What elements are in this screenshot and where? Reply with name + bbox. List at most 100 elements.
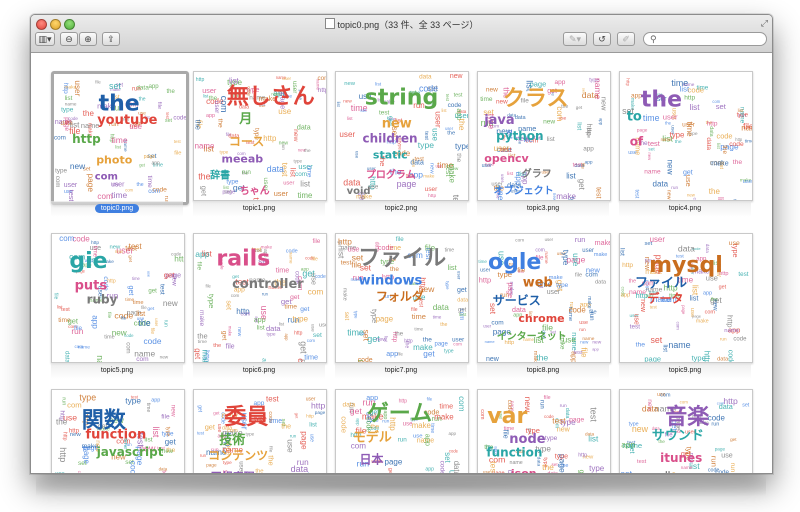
word-cloud-image: newrunnewcomusethecodetypetest applistnew… — [480, 78, 609, 200]
thumbnail-topic7[interactable]: data use http use page set http run file name type… — [335, 233, 469, 363]
thumbnail-topic8[interactable]: makerunusertherunrunnewsetnameappuseappm… — [477, 233, 611, 363]
svg-text:code: code — [708, 467, 720, 473]
svg-text:list: list — [347, 116, 354, 122]
annotate-button[interactable]: ✎▾ — [563, 32, 587, 46]
svg-text:new: new — [70, 161, 86, 171]
cloud-word: フォルダ — [376, 288, 424, 303]
thumbnail-label[interactable]: topic6.png — [184, 367, 334, 374]
svg-text:com: com — [241, 312, 251, 318]
svg-text:file: file — [174, 150, 181, 156]
svg-text:list: list — [136, 309, 145, 318]
svg-text:com: com — [54, 176, 61, 188]
cloud-word: 日本 — [360, 451, 384, 466]
word-cloud-image: testtheappgetnametestpagecodepagegetfile… — [197, 395, 326, 474]
title-bar[interactable]: topic0.png（33 件、全 33 ページ） ⤢ ▥▾ ⊖ ⊕ ⇪ ✎▾ … — [31, 15, 772, 53]
svg-text:make: make — [434, 413, 454, 422]
svg-text:get: get — [194, 348, 202, 360]
svg-text:code: code — [173, 115, 186, 122]
svg-text:http: http — [174, 255, 184, 264]
svg-text:make: make — [198, 310, 205, 326]
cloud-word: new — [382, 117, 412, 132]
svg-text:code: code — [286, 248, 298, 254]
svg-text:make: make — [696, 319, 709, 325]
svg-text:list: list — [115, 144, 121, 149]
thumbnail-topic3[interactable]: new run new com use the code type test app list new… — [477, 71, 611, 201]
svg-text:the: the — [457, 119, 467, 131]
svg-text:new: new — [344, 81, 356, 87]
thumbnail-topic5[interactable]: app name code new user file com list new time htt p… — [51, 233, 185, 363]
thumbnail-label[interactable]: topic3.png — [468, 205, 618, 212]
thumbnail-label[interactable]: topic8.png — [468, 367, 618, 374]
cloud-word: the — [641, 88, 682, 113]
svg-text:make: make — [594, 252, 607, 258]
svg-text:the: the — [542, 462, 554, 472]
thumbnail-topic12[interactable]: codeappuserunrunappnamenewmakeappthetime… — [335, 389, 469, 473]
svg-text:name: name — [681, 465, 693, 470]
thumbnail-label[interactable]: topic4.png — [610, 205, 760, 212]
svg-text:get: get — [147, 306, 154, 312]
svg-text:app: app — [621, 292, 631, 298]
thumbnail-label[interactable]: topic5.png — [42, 367, 192, 374]
svg-text:http: http — [479, 276, 491, 285]
cloud-word: javascript — [96, 445, 164, 459]
search-field[interactable]: ⚲ — [643, 32, 767, 46]
svg-text:com: com — [457, 396, 466, 412]
svg-text:app: app — [151, 398, 160, 404]
svg-text:com: com — [125, 188, 133, 193]
svg-text:get: get — [576, 105, 583, 110]
rotate-button[interactable]: ↺ — [593, 32, 611, 46]
svg-text:type: type — [455, 142, 468, 151]
svg-text:data: data — [291, 464, 309, 474]
zoom-out-button[interactable]: ⊖ — [60, 32, 78, 46]
svg-text:app: app — [599, 118, 604, 126]
thumbnail-topic0[interactable]: list user data name file use set use use make code… — [51, 71, 189, 205]
zoom-in-button[interactable]: ⊕ — [79, 32, 97, 46]
thumbnail-topic10[interactable]: filefiletestuselisttypetimesetcomusehttp… — [51, 389, 185, 473]
thumbnail-label[interactable]: topic2.png — [326, 205, 476, 212]
thumbnail-topic4[interactable]: make http new run type the data make time user use… — [619, 71, 753, 201]
edit-button[interactable]: ✐ — [617, 32, 635, 46]
svg-text:user: user — [283, 180, 294, 186]
cloud-word: com — [95, 171, 118, 182]
fullscreen-icon[interactable]: ⤢ — [761, 18, 768, 29]
thumbnail-label-text: topic0.png — [94, 204, 140, 213]
cloud-word: 曲 — [662, 470, 673, 474]
svg-text:name: name — [78, 345, 91, 350]
cloud-word: opencv — [484, 152, 529, 165]
thumbnail-topic14[interactable]: usehttptestusecomfilecomtyperunpagetimed… — [619, 389, 753, 474]
thumbnail-label[interactable]: topic9.png — [610, 367, 760, 374]
svg-text:list: list — [716, 197, 726, 200]
svg-text:file: file — [575, 273, 582, 279]
thumbnail-label[interactable]: topic1.png — [184, 205, 334, 212]
svg-text:data: data — [267, 164, 284, 174]
svg-text:data: data — [708, 126, 714, 136]
search-icon: ⚲ — [650, 34, 657, 44]
svg-text:code: code — [708, 414, 726, 423]
sidebar-toggle-button[interactable]: ▥▾ — [35, 32, 55, 46]
svg-text:list: list — [691, 285, 701, 296]
thumbnail-topic11[interactable]: testtheappgetnametestpagecodepagegetfile… — [193, 389, 327, 474]
document-icon — [324, 18, 335, 29]
thumbnail-topic1[interactable]: file com use set page name http file test user dat… — [193, 71, 327, 201]
svg-text:set: set — [362, 330, 372, 342]
svg-text:page: page — [637, 128, 648, 133]
svg-text:test: test — [633, 190, 639, 199]
svg-text:file: file — [106, 312, 112, 319]
svg-text:use: use — [743, 179, 752, 185]
thumbnail-topic6[interactable]: makeappgetappgethttpnewcompagenametimeap… — [193, 233, 327, 363]
svg-text:new: new — [343, 99, 352, 104]
svg-text:get: get — [148, 288, 157, 295]
svg-text:data: data — [705, 137, 712, 150]
svg-text:type: type — [670, 131, 686, 140]
thumbnail-topic2[interactable]: typeusernewtimelisttheappusetesthttppage… — [335, 71, 469, 201]
thumbnail-label-text: topic3.png — [526, 205, 560, 212]
thumbnail-topic13[interactable]: pageruntestpagesetfiletimeuserunfilethed… — [477, 389, 611, 473]
cloud-word: photo — [96, 154, 133, 167]
share-button[interactable]: ⇪ — [102, 32, 120, 46]
svg-text:data: data — [642, 403, 659, 413]
word-cloud-image: filefiletestuselisttypetimesetcomusehttp… — [55, 393, 176, 473]
thumbnail-label[interactable]: topic7.png — [326, 367, 476, 374]
thumbnail-topic9[interactable]: http page com the http make page new com test get a… — [619, 233, 753, 363]
svg-text:app: app — [149, 84, 160, 90]
thumbnail-label[interactable]: topic0.png — [42, 204, 192, 213]
